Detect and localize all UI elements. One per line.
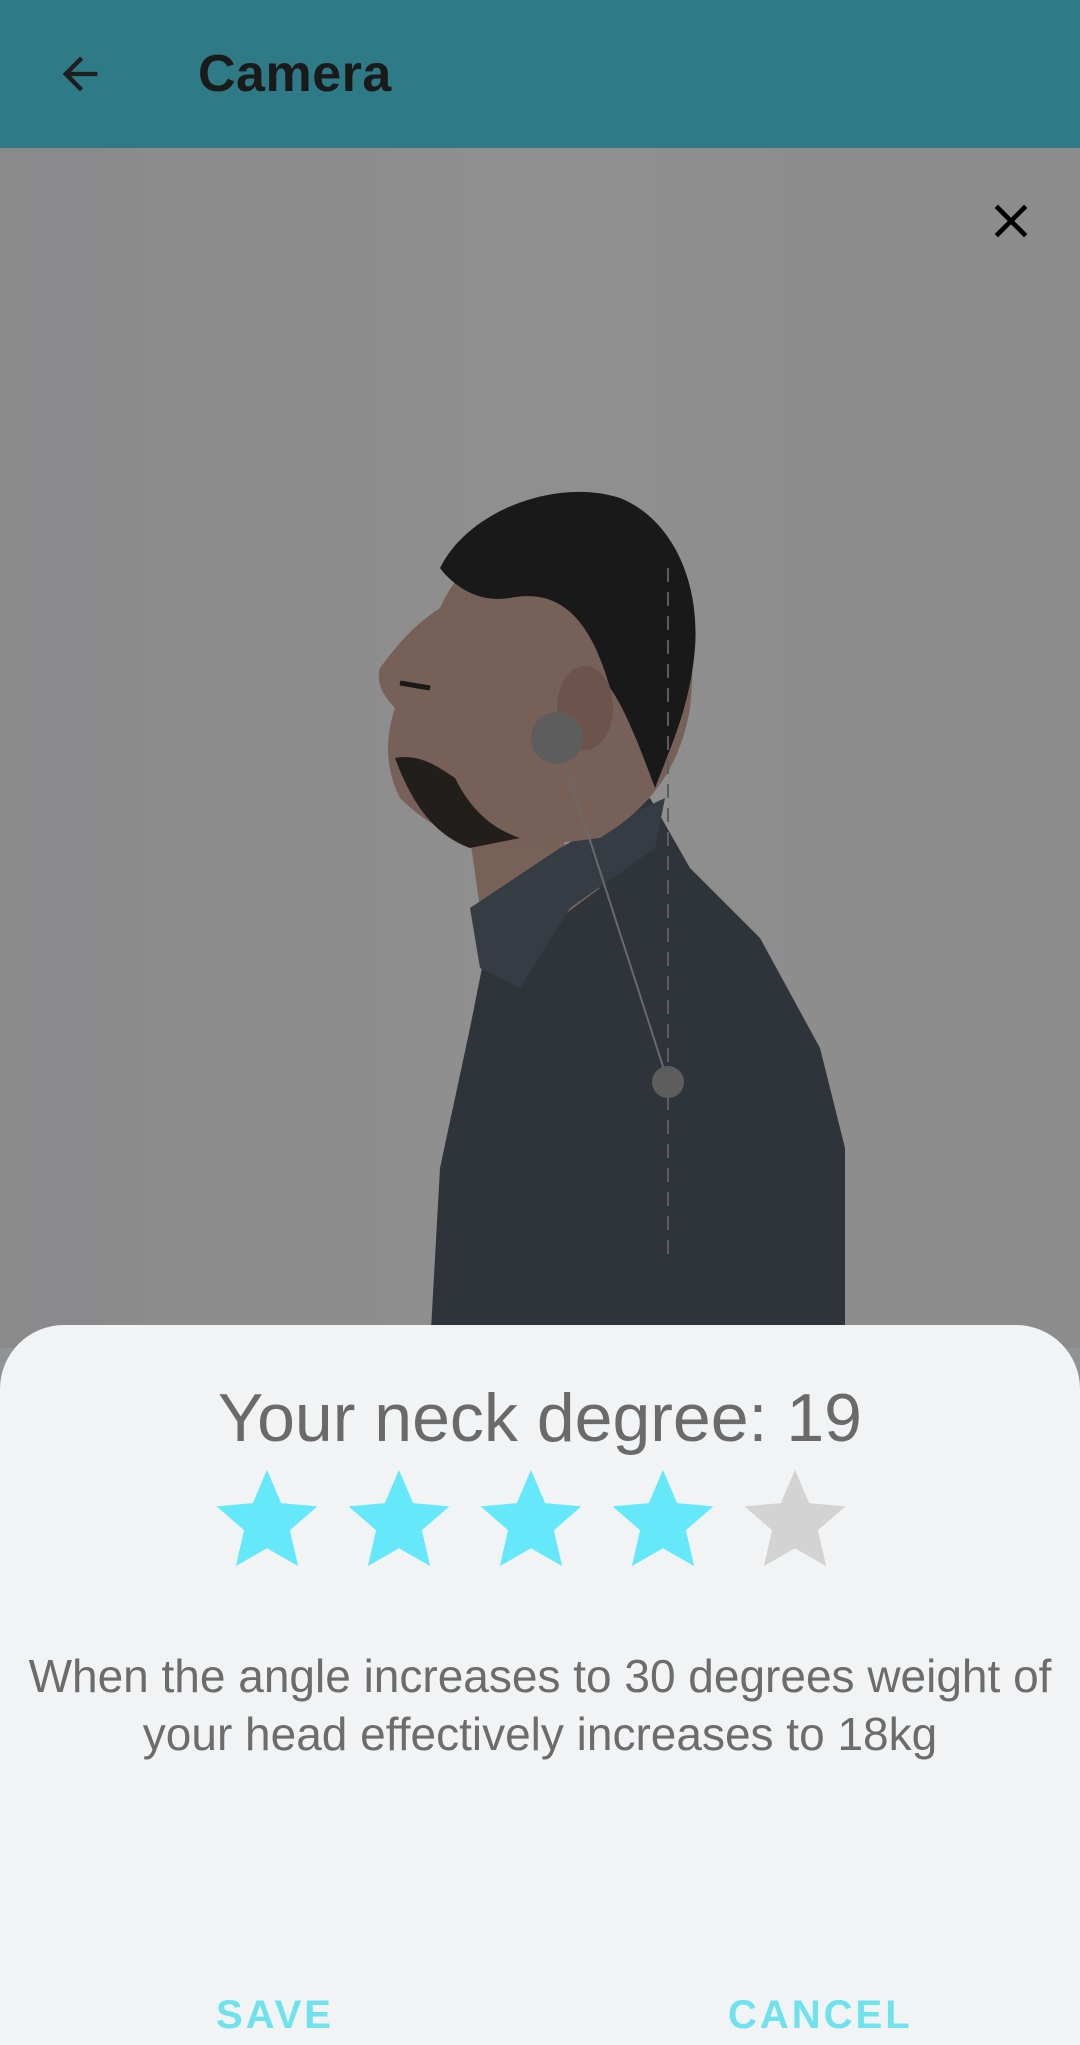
posture-photo [0,148,1080,1348]
arrow-left-icon [62,56,98,92]
star-filled-icon [612,1469,714,1567]
neck-degree-text: Your neck degree: 19 [218,1380,862,1456]
back-button[interactable] [40,34,120,114]
rating-stars [212,1463,850,1573]
cancel-button[interactable]: CANCEL [728,1993,913,2038]
app-bar: Camera [0,0,1080,148]
close-icon [994,204,1028,238]
star-filled-icon [348,1469,450,1567]
page-title: Camera [198,45,392,103]
star-filled-icon [216,1469,318,1567]
person-profile-image [378,491,845,1348]
star-filled-icon [480,1469,582,1567]
info-description: When the angle increases to 30 degrees w… [28,1650,1052,1760]
result-sheet: Your neck degree: 19 When the angle incr… [0,1325,1080,2045]
save-button[interactable]: SAVE [216,1993,334,2038]
star-empty-icon [744,1469,846,1567]
close-button[interactable] [976,186,1046,256]
